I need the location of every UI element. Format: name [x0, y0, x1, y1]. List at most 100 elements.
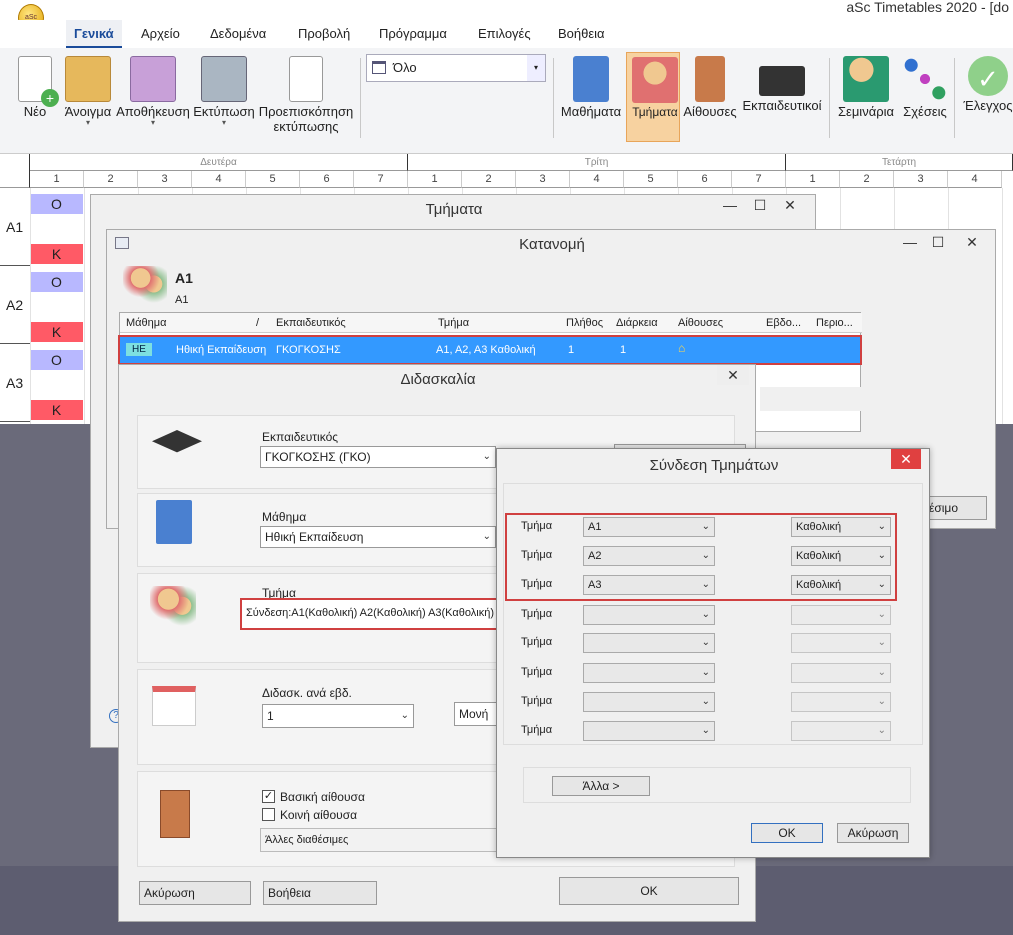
- subject-select[interactable]: Ηθική Εκπαίδευση ⌄: [260, 526, 496, 548]
- check-button[interactable]: ✓ Έλεγχος: [958, 52, 1013, 148]
- tab-general[interactable]: Γενικά: [66, 20, 122, 48]
- group-select[interactable]: ⌄: [791, 633, 891, 653]
- class-label[interactable]: A2: [0, 266, 30, 344]
- lesson-card[interactable]: K: [30, 322, 83, 342]
- class-select[interactable]: A1 ⌄: [583, 517, 715, 537]
- day-header: Τετάρτη: [786, 154, 1013, 171]
- perweek-label: Διδασκ. ανά εβδ.: [262, 686, 352, 700]
- class-label[interactable]: A3: [0, 344, 30, 422]
- save-button[interactable]: Αποθήκευση ▾: [116, 52, 190, 148]
- group-select[interactable]: Καθολική ⌄: [791, 575, 891, 595]
- lesson-card[interactable]: O: [30, 350, 83, 370]
- cancel-button[interactable]: Ακύρωση: [837, 823, 909, 843]
- class-select[interactable]: ⌄: [583, 721, 715, 741]
- other-button[interactable]: Άλλα >: [552, 776, 650, 796]
- other-section: Άλλα >: [523, 767, 911, 803]
- close-icon[interactable]: ✕: [717, 365, 749, 385]
- class-select[interactable]: ⌄: [583, 633, 715, 653]
- subject-badge: HE: [126, 343, 152, 356]
- group-select[interactable]: ⌄: [791, 663, 891, 683]
- tab-file[interactable]: Αρχείο: [133, 20, 188, 48]
- tab-view[interactable]: Προβολή: [290, 20, 358, 48]
- class-select[interactable]: ⌄: [583, 605, 715, 625]
- window-title: Κατανομή: [519, 236, 585, 253]
- tab-help[interactable]: Βοήθεια: [550, 20, 613, 48]
- perweek-select[interactable]: 1 ⌄: [262, 704, 414, 728]
- tab-timetable[interactable]: Πρόγραμμα: [371, 20, 455, 48]
- period-header: 5: [246, 171, 300, 188]
- network-icon: [902, 56, 948, 102]
- chevron-down-icon: ⌄: [701, 725, 710, 736]
- common-room-checkbox[interactable]: [262, 808, 275, 821]
- open-button[interactable]: Άνοιγμα ▾: [62, 52, 114, 148]
- group-select[interactable]: ⌄: [791, 692, 891, 712]
- class-select[interactable]: ⌄: [583, 692, 715, 712]
- lesson-card[interactable]: O: [30, 194, 83, 214]
- classes-button[interactable]: Τμήματα: [626, 52, 680, 142]
- class-label[interactable]: A1: [0, 188, 30, 266]
- period-header: 6: [678, 171, 732, 188]
- other-rooms-field[interactable]: Άλλες διαθέσιμες: [260, 828, 522, 852]
- lesson-card[interactable]: O: [30, 272, 83, 292]
- ribbon-separator: [553, 58, 554, 138]
- class-select[interactable]: A3 ⌄: [583, 575, 715, 595]
- ok-button[interactable]: OK: [751, 823, 823, 843]
- period-header: 3: [516, 171, 570, 188]
- people-icon: [632, 57, 678, 103]
- column-header[interactable]: Εκπαιδευτικός: [276, 317, 346, 329]
- day-header: Τρίτη: [408, 154, 786, 171]
- chevron-down-icon: ⌄: [701, 637, 710, 648]
- table-row[interactable]: HE Ηθική Εκπαίδευση ΓΚΟΓΚΟΣΗΣ A1, A2, A3…: [118, 335, 862, 365]
- ok-button[interactable]: OK: [559, 877, 739, 905]
- column-header[interactable]: Περιο...: [816, 317, 853, 329]
- close-icon[interactable]: ✕: [767, 195, 813, 215]
- column-header[interactable]: Τμήμα: [438, 317, 469, 329]
- relations-button[interactable]: Σχέσεις: [898, 52, 952, 148]
- period-header: 1: [786, 171, 840, 188]
- group-select[interactable]: Καθολική ⌄: [791, 517, 891, 537]
- group-select[interactable]: Καθολική ⌄: [791, 546, 891, 566]
- cancel-button[interactable]: Ακύρωση: [139, 881, 251, 905]
- column-header[interactable]: Αίθουσες: [678, 317, 723, 329]
- row-duration: 1: [620, 344, 627, 356]
- teacher-select[interactable]: ΓΚΟΓΚΟΣΗΣ (ΓΚΟ) ⌄: [260, 446, 496, 468]
- column-header[interactable]: Μάθημα: [126, 317, 166, 329]
- book-icon: [573, 56, 609, 102]
- seminars-button[interactable]: Σεμινάρια: [834, 52, 898, 148]
- teachers-button[interactable]: Εκπαιδευτικοί: [740, 52, 824, 148]
- class-select[interactable]: ⌄: [583, 663, 715, 683]
- grid-line: [30, 188, 31, 424]
- link-classes-window: Σύνδεση Τμημάτων ✕ Άλλα > OK Ακύρωση Τμή…: [496, 448, 930, 858]
- filter-dropdown[interactable]: Όλο ▾: [366, 54, 546, 82]
- print-preview-button[interactable]: Προεπισκόπηση εκτύπωσης: [258, 52, 354, 148]
- lesson-card[interactable]: K: [30, 400, 83, 420]
- link-row-label: Τμήμα: [521, 666, 553, 678]
- printer-icon: [201, 56, 247, 102]
- tab-data[interactable]: Δεδομένα: [202, 20, 274, 48]
- group-select[interactable]: ⌄: [791, 605, 891, 625]
- close-icon[interactable]: ✕: [891, 449, 921, 469]
- column-header[interactable]: Διάρκεια: [616, 317, 658, 329]
- main-room-checkbox[interactable]: ✓: [262, 790, 275, 803]
- home-room-icon: ⌂: [678, 341, 686, 355]
- rooms-button[interactable]: Αίθουσες: [682, 52, 738, 148]
- calendar-icon: [152, 686, 196, 726]
- door-icon: [160, 790, 190, 838]
- chevron-down-icon: ⌄: [701, 521, 710, 532]
- close-icon[interactable]: ✕: [949, 232, 995, 252]
- title-bar: aSc aSc Timetables 2020 - [do: [0, 0, 1013, 32]
- new-button[interactable]: + Νέο: [10, 52, 60, 148]
- column-header[interactable]: Εβδο...: [766, 317, 801, 329]
- class-select[interactable]: A2 ⌄: [583, 546, 715, 566]
- print-button[interactable]: Εκτύπωση ▾: [192, 52, 256, 148]
- save-disk-icon: [130, 56, 176, 102]
- print-preview-icon: [289, 56, 323, 102]
- subjects-button[interactable]: Μαθήματα: [558, 52, 624, 148]
- column-header[interactable]: Πλήθος: [566, 317, 603, 329]
- period-header: 4: [948, 171, 1002, 188]
- class-link-field[interactable]: Σύνδεση:A1(Καθολική) A2(Καθολική) A3(Καθ…: [240, 598, 498, 630]
- tab-options[interactable]: Επιλογές: [470, 20, 539, 48]
- lesson-card[interactable]: K: [30, 244, 83, 264]
- group-select[interactable]: ⌄: [791, 721, 891, 741]
- help-button[interactable]: Βοήθεια: [263, 881, 377, 905]
